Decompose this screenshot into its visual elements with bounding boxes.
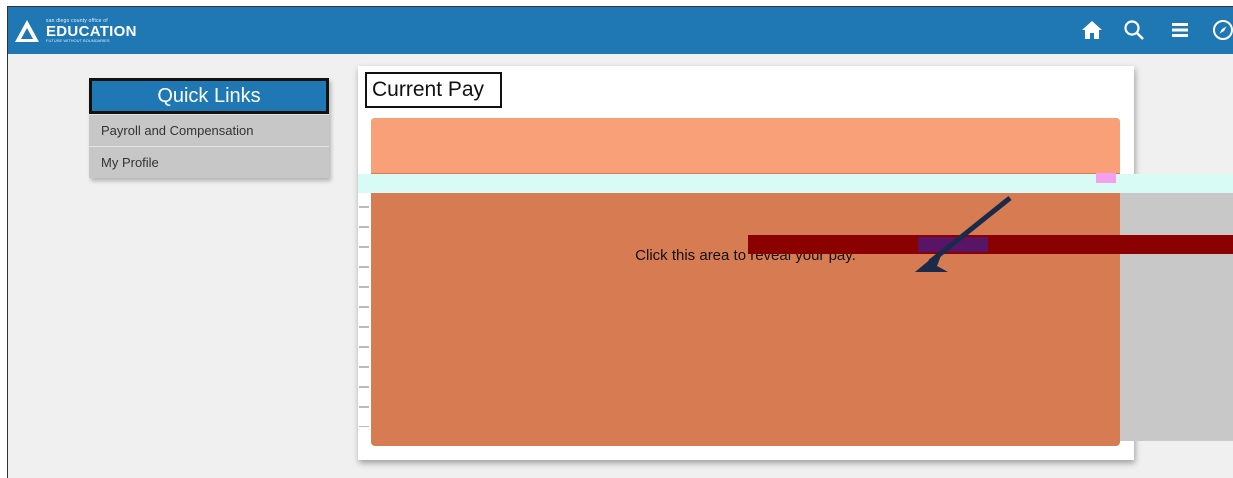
render-artifact-purple [918,237,988,252]
current-pay-card: Current Pay Click this area to reveal yo… [358,66,1134,460]
render-artifact-marks [359,197,369,427]
search-icon[interactable] [1122,18,1146,42]
logo-org-text: san diego county office of [46,18,108,24]
render-artifact-pink [1096,173,1116,183]
logo-title: EDUCATION [46,23,137,40]
education-logo[interactable]: san diego county office of EDUCATION FUT… [14,16,137,46]
quick-links-title: Quick Links [89,78,329,114]
quick-link-payroll[interactable]: Payroll and Compensation [89,114,329,146]
reveal-pay-area[interactable]: Click this area to reveal your pay. [371,118,1120,446]
logo-tagline: FUTURE WITHOUT BOUNDARIES [46,38,110,43]
quick-link-my-profile[interactable]: My Profile [89,146,329,178]
app-window: san diego county office of EDUCATION FUT… [7,6,1233,478]
quick-links-panel: Quick Links Payroll and Compensation My … [89,78,329,178]
top-navigation-bar: san diego county office of EDUCATION FUT… [8,7,1233,54]
reveal-panel-header [371,118,1120,173]
current-pay-title: Current Pay [365,72,503,108]
triangle-logo-icon [14,19,40,43]
render-artifact-red-band [748,235,1233,254]
compass-icon[interactable] [1211,18,1233,42]
home-icon[interactable] [1080,18,1104,42]
render-artifact-block [1120,193,1233,441]
menu-icon[interactable] [1168,18,1192,42]
